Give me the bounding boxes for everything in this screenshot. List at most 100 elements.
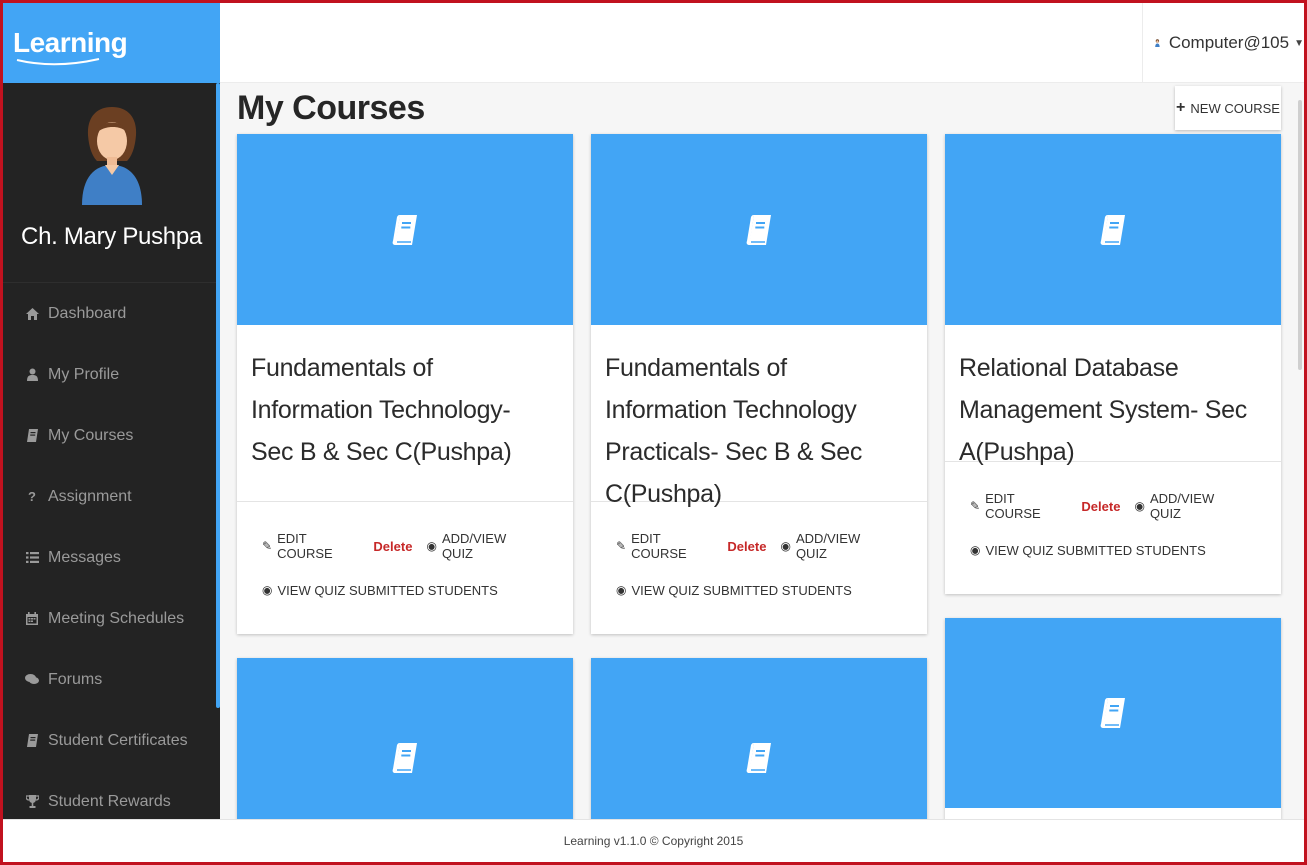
pencil-icon: ✎ [970, 499, 981, 513]
list-icon [25, 552, 39, 563]
card-divider [237, 501, 573, 502]
sidebar-item-label: Student Rewards [48, 792, 171, 810]
edit-course-button[interactable]: ✎ EDIT COURSE [970, 491, 1067, 521]
course-title[interactable]: Fundamentals of Information Technology P… [591, 325, 927, 508]
delete-course-button[interactable]: Delete [1081, 499, 1120, 514]
course-card: Fundamentals of Information Technology- … [237, 134, 573, 634]
edit-course-label: EDIT COURSE [277, 531, 333, 561]
brand-logo[interactable]: Learning [13, 27, 128, 66]
add-view-quiz-button[interactable]: ◉ ADD/VIEW QUIZ [426, 531, 534, 561]
pencil-icon: ✎ [262, 539, 273, 553]
edit-course-button[interactable]: ✎ EDIT COURSE [616, 531, 713, 561]
sidebar-item-student-rewards[interactable]: Student Rewards [3, 771, 220, 819]
eye-icon: ◉ [426, 539, 437, 553]
eye-icon: ◉ [970, 543, 981, 557]
sidebar-item-my-profile[interactable]: My Profile [3, 344, 220, 405]
book-icon [746, 214, 771, 245]
brand-bar[interactable]: Learning [3, 3, 220, 83]
course-actions: ✎ EDIT COURSE Delete ◉ ADD/VIEW QUIZ ◉ VIEW… [237, 524, 573, 612]
course-banner[interactable] [945, 134, 1281, 325]
footer: Learning v1.1.0 © Copyright 2015 [3, 819, 1304, 862]
profile-avatar-icon [81, 107, 142, 205]
sidebar: Learning Ch. Mary Pushpa Dashboard My Pr… [3, 3, 220, 819]
course-banner[interactable] [237, 134, 573, 325]
edit-course-label: EDIT COURSE [631, 531, 687, 561]
course-banner[interactable] [591, 658, 927, 819]
course-actions: ✎ EDIT COURSE Delete ◉ ADD/VIEW QUIZ ◉ VIEW… [591, 524, 927, 612]
user-menu-dropdown[interactable]: Computer@105 ▼ [1142, 3, 1304, 83]
page-title: My Courses [237, 89, 425, 127]
book-icon [25, 734, 39, 747]
question-icon: ? [28, 489, 36, 504]
main-scrollbar[interactable] [1298, 100, 1302, 370]
new-course-button[interactable]: + NEW COURSE [1175, 86, 1281, 130]
user-name: Computer@105 [1168, 33, 1290, 52]
book-icon [1100, 214, 1125, 245]
course-card [945, 618, 1281, 819]
main-content: My Courses + NEW COURSE Fundamentals of … [220, 83, 1304, 819]
eye-icon: ◉ [1134, 499, 1145, 513]
eye-icon: ◉ [780, 539, 791, 553]
chat-icon [25, 674, 39, 685]
pencil-icon: ✎ [616, 539, 627, 553]
delete-course-button[interactable]: Delete [727, 539, 766, 554]
sidebar-item-my-courses[interactable]: My Courses [3, 405, 220, 466]
home-icon [25, 307, 39, 320]
add-view-quiz-button[interactable]: ◉ ADD/VIEW QUIZ [1134, 491, 1242, 521]
sidebar-item-label: My Courses [48, 426, 134, 444]
course-card [237, 658, 573, 819]
book-icon [392, 743, 417, 773]
sidebar-item-label: Messages [48, 548, 121, 566]
course-title[interactable]: Relational Database Management System- S… [945, 325, 1281, 466]
brand-swoosh-icon [16, 58, 100, 66]
top-header: Computer@105 ▼ [220, 3, 1304, 83]
sidebar-item-messages[interactable]: Messages [3, 527, 220, 588]
user-avatar-icon [1155, 39, 1160, 47]
eye-icon: ◉ [616, 583, 627, 597]
add-view-quiz-label: ADD/VIEW QUIZ [1149, 491, 1215, 521]
sidebar-item-student-certificates[interactable]: Student Certificates [3, 710, 220, 771]
sidebar-item-dashboard[interactable]: Dashboard [3, 283, 220, 344]
book-icon [1100, 698, 1125, 728]
brand-text: Learning [13, 27, 128, 58]
course-card: Fundamentals of Information Technology P… [591, 134, 927, 634]
sidebar-item-forums[interactable]: Forums [3, 649, 220, 710]
eye-icon: ◉ [262, 583, 273, 597]
course-banner[interactable] [591, 134, 927, 325]
sidebar-item-label: Student Certificates [48, 731, 188, 749]
add-view-quiz-label: ADD/VIEW QUIZ [795, 531, 861, 561]
profile-name: Ch. Mary Pushpa [21, 223, 202, 250]
delete-course-button[interactable]: Delete [373, 539, 412, 554]
view-quiz-submitted-label: VIEW QUIZ SUBMITTED STUDENTS [631, 582, 852, 598]
edit-course-button[interactable]: ✎ EDIT COURSE [262, 531, 359, 561]
sidebar-item-meeting-schedules[interactable]: Meeting Schedules [3, 588, 220, 649]
add-view-quiz-button[interactable]: ◉ ADD/VIEW QUIZ [780, 531, 888, 561]
course-banner[interactable] [945, 618, 1281, 808]
course-banner[interactable] [237, 658, 573, 819]
book-icon [392, 214, 417, 245]
new-course-label: NEW COURSE [1190, 100, 1280, 116]
plus-icon: + [1176, 99, 1186, 116]
add-view-quiz-label: ADD/VIEW QUIZ [441, 531, 507, 561]
course-title[interactable]: Fundamentals of Information Technology- … [237, 325, 573, 501]
view-quiz-submitted-label: VIEW QUIZ SUBMITTED STUDENTS [985, 542, 1206, 558]
profile-panel: Ch. Mary Pushpa [3, 83, 220, 283]
sidebar-item-label: Meeting Schedules [48, 609, 185, 627]
sidebar-item-label: Forums [48, 670, 103, 688]
sidebar-nav: Dashboard My Profile My Courses ? Assign… [3, 283, 220, 819]
user-icon [25, 368, 39, 381]
calendar-icon [25, 612, 39, 625]
course-card: Relational Database Management System- S… [945, 134, 1281, 594]
view-quiz-submitted-button[interactable]: ◉ VIEW QUIZ SUBMITTED STUDENTS [970, 543, 1206, 558]
view-quiz-submitted-button[interactable]: ◉ VIEW QUIZ SUBMITTED STUDENTS [262, 583, 498, 598]
edit-course-label: EDIT COURSE [985, 491, 1041, 521]
course-actions: ✎ EDIT COURSE Delete ◉ ADD/VIEW QUIZ ◉ VIEW… [945, 484, 1281, 572]
sidebar-item-assignment[interactable]: ? Assignment [3, 466, 220, 527]
view-quiz-submitted-button[interactable]: ◉ VIEW QUIZ SUBMITTED STUDENTS [616, 583, 852, 598]
sidebar-item-label: Assignment [48, 487, 132, 505]
book-icon [746, 743, 771, 773]
book-icon [25, 429, 39, 442]
sidebar-item-label: My Profile [48, 365, 120, 383]
footer-copyright: Learning v1.1.0 © Copyright 2015 [563, 834, 744, 848]
view-quiz-submitted-label: VIEW QUIZ SUBMITTED STUDENTS [277, 582, 498, 598]
